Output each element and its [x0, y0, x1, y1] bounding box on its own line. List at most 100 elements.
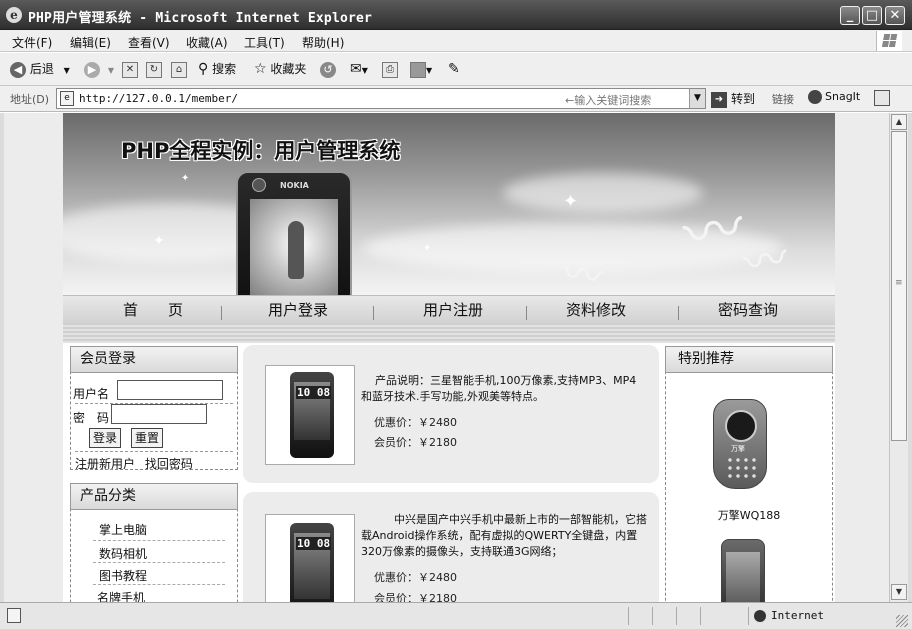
- banner-phone-brand: NOKIA: [280, 181, 309, 190]
- nav-profile[interactable]: 资料修改: [541, 299, 651, 321]
- nav-divider: [373, 306, 374, 320]
- product-sale-price: 优惠价：￥2480: [374, 571, 457, 584]
- menu-view[interactable]: 查看(V): [128, 34, 170, 51]
- menu-file[interactable]: 文件(F): [12, 34, 52, 51]
- print-button[interactable]: ⎙: [382, 59, 398, 79]
- stop-button[interactable]: ✕: [122, 59, 138, 79]
- category-item[interactable]: 图书教程: [99, 567, 147, 584]
- category-item[interactable]: 数码相机: [99, 545, 147, 562]
- status-separator: [628, 607, 629, 625]
- favorites-button[interactable]: ☆ 收藏夹: [254, 59, 306, 79]
- scroll-down-icon[interactable]: ▼: [891, 584, 907, 600]
- history-icon: ↺: [320, 61, 336, 78]
- figure-icon: [288, 221, 304, 279]
- address-dropdown-icon[interactable]: ▼: [689, 89, 705, 108]
- vertical-scrollbar[interactable]: ▲ ▼: [889, 113, 908, 602]
- address-label: 地址(D): [10, 93, 50, 106]
- globe-icon: [754, 610, 766, 622]
- address-input[interactable]: e http://127.0.0.1/member/ ←输入关键词搜索 ▼: [56, 88, 706, 109]
- scroll-thumb[interactable]: [891, 131, 907, 441]
- web-page: ✦ ✦ ✦ ✦ PHP全程实例：用户管理系统 NOKIA 〰 〰 〰 首 页 用…: [63, 113, 835, 602]
- category-item[interactable]: 名牌手机: [97, 589, 145, 602]
- product-member-price: 会员价：￥2180: [374, 592, 457, 602]
- product-member-price: 会员价：￥2180: [374, 436, 457, 449]
- refresh-button[interactable]: ↻: [146, 59, 162, 79]
- minimize-button[interactable]: _: [840, 6, 860, 25]
- star-icon: ☆: [254, 61, 267, 77]
- maximize-button[interactable]: □: [862, 6, 882, 25]
- sparkle-icon: ✦: [563, 191, 579, 212]
- go-button[interactable]: ➜ 转到: [711, 90, 755, 108]
- nav-password-recovery[interactable]: 密码查询: [693, 299, 803, 321]
- mail-button[interactable]: ✉▼: [350, 59, 368, 79]
- close-button[interactable]: ✕: [885, 6, 905, 25]
- refresh-icon: ↻: [146, 61, 162, 78]
- home-icon: ⌂: [171, 61, 187, 78]
- ie-logo-icon: e: [6, 7, 22, 23]
- login-button[interactable]: 登录: [89, 428, 122, 448]
- address-url[interactable]: http://127.0.0.1/member/: [79, 92, 238, 105]
- reset-button[interactable]: 重置: [131, 428, 164, 448]
- toolbar: ◀ 后退 ▼ ▶ ▼ ✕ ↻ ⌂ ⚲ 搜索 ☆ 收藏夹 ↺ ✉▼ ⎙ ▼ ✎: [0, 53, 912, 86]
- edit-icon: [410, 61, 426, 78]
- username-input[interactable]: [117, 380, 223, 400]
- nav-divider: [678, 306, 679, 320]
- menu-help[interactable]: 帮助(H): [302, 34, 344, 51]
- go-arrow-icon: ➜: [711, 91, 727, 108]
- snagit-button[interactable]: SnagIt: [808, 90, 860, 104]
- stop-icon: ✕: [122, 61, 138, 78]
- seagull-icon: 〰: [739, 232, 792, 291]
- decorative-stripes: [63, 323, 835, 343]
- links-button[interactable]: 链接: [772, 91, 794, 107]
- search-button[interactable]: ⚲ 搜索: [198, 59, 236, 79]
- recommend-box: 特别推荐 万擎 万擎WQ188: [665, 346, 833, 602]
- snagit-capture-icon[interactable]: [874, 90, 890, 106]
- sparkle-icon: ✦: [423, 243, 432, 254]
- history-button[interactable]: ↺: [320, 59, 336, 79]
- forgot-password-link[interactable]: 找回密码: [145, 457, 193, 471]
- messenger-button[interactable]: ✎: [448, 59, 460, 79]
- divider: [93, 540, 225, 541]
- scroll-up-icon[interactable]: ▲: [891, 114, 907, 130]
- windows-logo-icon: [876, 31, 902, 51]
- nav-register[interactable]: 用户注册: [393, 299, 513, 321]
- product-card: 10 08 中兴是国产中兴手机中最新上市的一部智能机，它搭载Android操作系…: [243, 492, 659, 602]
- password-label: 密 码: [73, 411, 110, 425]
- keypad: [726, 456, 756, 482]
- forward-button[interactable]: ▶ ▼: [84, 59, 114, 79]
- password-input[interactable]: [111, 404, 207, 424]
- home-button[interactable]: ⌂: [171, 59, 187, 79]
- keyword-search-hint[interactable]: ←输入关键词搜索: [565, 92, 651, 108]
- resize-grip[interactable]: [896, 615, 908, 627]
- nav-home[interactable]: 首 页: [103, 299, 203, 321]
- address-bar: 地址(D) e http://127.0.0.1/member/ ←输入关键词搜…: [0, 86, 912, 112]
- seagull-icon: 〰: [559, 250, 606, 295]
- nav-login[interactable]: 用户登录: [243, 299, 353, 321]
- status-separator: [700, 607, 701, 625]
- login-links: 注册新用户 找回密码: [75, 455, 193, 472]
- product-image[interactable]: 10 08: [265, 365, 355, 465]
- product-description: 中兴是国产中兴手机中最新上市的一部智能机，它搭载Android操作系统，配有虚拟…: [361, 513, 647, 558]
- register-link[interactable]: 注册新用户: [75, 457, 135, 471]
- menu-edit[interactable]: 编辑(E): [70, 34, 111, 51]
- username-label: 用户名: [73, 387, 110, 401]
- product-card: 10 08 产品说明：三星智能手机,100万像素,支持MP3、MP4和蓝牙技术.…: [243, 345, 659, 483]
- menu-tools[interactable]: 工具(T): [244, 34, 285, 51]
- chevron-down-icon: ▼: [426, 66, 433, 75]
- menu-favorites[interactable]: 收藏(A): [186, 34, 228, 51]
- category-item[interactable]: 掌上电脑: [99, 521, 147, 538]
- phone-screen: [725, 410, 757, 442]
- product-image[interactable]: 10 08: [265, 514, 355, 602]
- snagit-icon: [808, 90, 822, 104]
- banner: ✦ ✦ ✦ ✦ PHP全程实例：用户管理系统 NOKIA 〰 〰 〰: [63, 113, 835, 295]
- search-label: 搜索: [212, 62, 237, 76]
- recommend-product-name[interactable]: 万擎WQ188: [666, 507, 832, 523]
- phone-image: 10 08: [290, 372, 334, 458]
- back-button[interactable]: ◀ 后退 ▼: [10, 59, 70, 79]
- recommend-phone-image[interactable]: 万擎: [713, 399, 767, 489]
- edit-page-button[interactable]: ▼: [410, 59, 432, 79]
- phone-clock: 10 08: [296, 537, 332, 550]
- recommend-phone-image[interactable]: [721, 539, 765, 602]
- back-label: 后退: [29, 62, 54, 76]
- sparkle-icon: ✦: [153, 233, 165, 249]
